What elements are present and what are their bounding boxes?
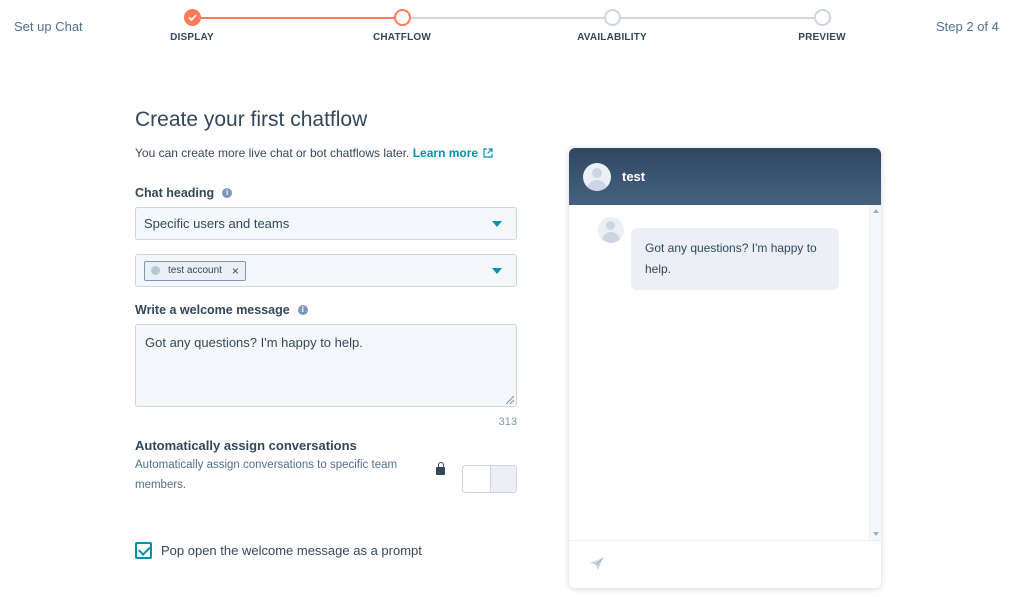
chat-message-bubble: Got any questions? I'm happy to help. bbox=[631, 228, 839, 290]
step-indicator bbox=[813, 9, 831, 26]
chat-heading-label-text: Chat heading bbox=[135, 186, 215, 200]
user-tag: test account × bbox=[144, 260, 246, 281]
chat-heading-select[interactable]: Specific users and teams bbox=[135, 207, 517, 240]
auto-assign-description: Automatically assign conversations to sp… bbox=[135, 459, 398, 491]
send-icon[interactable] bbox=[589, 557, 604, 571]
welcome-message-label: Write a welcome message i bbox=[135, 303, 517, 317]
welcome-message-textarea[interactable]: Got any questions? I'm happy to help. bbox=[135, 324, 517, 407]
step-label: DISPLAY bbox=[170, 32, 214, 43]
page-title: Create your first chatflow bbox=[135, 108, 368, 131]
welcome-message-value: Got any questions? I'm happy to help. bbox=[145, 335, 363, 350]
chatflow-form: Create your first chatflow You can creat… bbox=[135, 108, 517, 559]
step-label: CHATFLOW bbox=[372, 32, 432, 43]
learn-more-label: Learn more bbox=[412, 146, 479, 160]
chat-preview-scrollbar[interactable] bbox=[869, 205, 881, 540]
avatar bbox=[598, 217, 624, 243]
step-display[interactable]: DISPLAY bbox=[132, 9, 252, 43]
toggle-knob bbox=[463, 466, 491, 492]
page-header-title: Set up Chat bbox=[14, 19, 83, 34]
step-counter: Step 2 of 4 bbox=[936, 19, 999, 34]
step-chatflow[interactable]: CHATFLOW bbox=[342, 9, 462, 43]
chat-preview-name: test bbox=[622, 169, 646, 184]
auto-assign-title: Automatically assign conversations bbox=[135, 438, 357, 453]
learn-more-link[interactable]: Learn more bbox=[413, 146, 494, 160]
popup-checkbox[interactable] bbox=[135, 542, 152, 559]
resize-handle[interactable] bbox=[506, 396, 514, 404]
step-availability[interactable]: AVAILABILITY bbox=[552, 9, 672, 43]
step-preview[interactable]: PREVIEW bbox=[762, 9, 882, 43]
scroll-up-icon[interactable] bbox=[873, 209, 879, 213]
step-current-indicator bbox=[393, 9, 411, 26]
check-icon bbox=[183, 9, 201, 26]
caret-down-icon bbox=[492, 268, 502, 274]
welcome-message-label-text: Write a welcome message bbox=[135, 303, 290, 317]
auto-assign-toggle[interactable] bbox=[462, 465, 517, 493]
lock-icon bbox=[436, 462, 445, 475]
chat-heading-value: Specific users and teams bbox=[144, 216, 290, 231]
avatar bbox=[583, 162, 611, 191]
info-icon[interactable]: i bbox=[222, 188, 233, 198]
caret-down-icon bbox=[492, 221, 502, 227]
popup-checkbox-label: Pop open the welcome message as a prompt bbox=[161, 543, 422, 558]
remove-tag-icon[interactable]: × bbox=[232, 264, 239, 278]
user-icon bbox=[151, 266, 160, 275]
step-label: AVAILABILITY bbox=[577, 32, 647, 43]
character-counter: 313 bbox=[498, 416, 517, 428]
user-tag-label: test account bbox=[168, 265, 222, 276]
description-text: You can create more live chat or bot cha… bbox=[135, 146, 410, 160]
info-icon[interactable]: i bbox=[297, 305, 308, 315]
users-select[interactable]: test account × bbox=[135, 254, 517, 287]
page-description: You can create more live chat or bot cha… bbox=[135, 146, 517, 160]
chat-heading-label: Chat heading i bbox=[135, 186, 517, 200]
external-link-icon bbox=[483, 148, 494, 158]
chat-preview: test Got any questions? I'm happy to hel… bbox=[569, 148, 881, 588]
popup-checkbox-row[interactable]: Pop open the welcome message as a prompt bbox=[135, 542, 422, 559]
chat-preview-body: Got any questions? I'm happy to help. bbox=[569, 205, 881, 540]
chat-preview-header: test bbox=[569, 148, 881, 205]
chat-preview-footer bbox=[569, 540, 881, 588]
step-indicator bbox=[603, 9, 621, 26]
step-label: PREVIEW bbox=[798, 32, 846, 43]
scroll-down-icon[interactable] bbox=[873, 532, 879, 536]
